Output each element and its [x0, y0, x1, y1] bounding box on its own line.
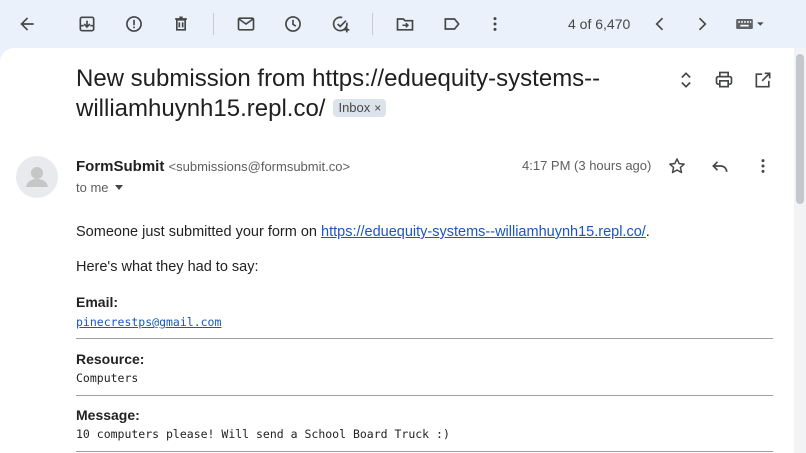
resource-field-value: Computers	[76, 371, 139, 385]
toolbar: 4 of 6,470	[0, 0, 806, 48]
reply-icon[interactable]	[708, 154, 732, 178]
sender: FormSubmit <submissions@formsubmit.co>	[76, 158, 350, 175]
intro-text: Someone just submitted your form on	[76, 224, 322, 240]
move-to-icon[interactable]	[393, 12, 417, 36]
sender-email: <submissions@formsubmit.co>	[168, 159, 351, 174]
divider	[76, 338, 773, 339]
open-in-new-window-icon[interactable]	[751, 68, 775, 92]
message-more-icon[interactable]	[751, 154, 775, 178]
back-arrow-icon[interactable]	[15, 12, 39, 36]
print-icon[interactable]	[712, 68, 736, 92]
toolbar-divider	[213, 13, 214, 35]
divider	[76, 451, 773, 452]
more-vert-icon[interactable]	[483, 12, 507, 36]
message-field-value: 10 computers please! Will send a School …	[76, 427, 450, 441]
keyboard-icon[interactable]	[732, 12, 772, 36]
message-counter: 4 of 6,470	[568, 16, 631, 32]
email-subject: New submission from https://eduequity-sy…	[76, 64, 636, 124]
chevron-down-icon[interactable]	[114, 185, 123, 190]
expand-all-icon[interactable]	[674, 68, 698, 92]
inbox-label-text: Inbox	[338, 100, 371, 115]
toolbar-divider	[372, 13, 373, 35]
star-icon[interactable]	[665, 154, 689, 178]
archive-icon[interactable]	[75, 12, 99, 36]
remove-label-icon[interactable]: ×	[374, 99, 381, 117]
person-icon	[26, 167, 48, 187]
add-to-tasks-icon[interactable]	[329, 12, 353, 36]
avatar	[16, 156, 58, 198]
sender-name[interactable]: FormSubmit	[76, 158, 164, 175]
snooze-icon[interactable]	[281, 12, 305, 36]
label-icon[interactable]	[440, 12, 464, 36]
recipient-details[interactable]: to me	[76, 180, 123, 195]
mark-unread-icon[interactable]	[234, 12, 258, 36]
site-link[interactable]: https://eduequity-systems--williamhuynh1…	[321, 224, 646, 240]
message-field-label: Message:	[76, 407, 140, 423]
divider	[76, 395, 773, 396]
intro-paragraph: Someone just submitted your form on http…	[76, 224, 650, 240]
delete-icon[interactable]	[169, 12, 193, 36]
scrollbar-thumb[interactable]	[796, 54, 804, 204]
resource-field-label: Resource:	[76, 351, 145, 367]
email-field-value[interactable]: pinecrestps@gmail.com	[76, 315, 221, 329]
newer-icon[interactable]	[648, 12, 672, 36]
intro-end: .	[645, 224, 650, 240]
inbox-label-chip[interactable]: Inbox ×	[333, 99, 387, 117]
older-icon[interactable]	[690, 12, 714, 36]
recipient-text: to me	[76, 180, 109, 195]
scrollbar[interactable]	[794, 48, 806, 453]
email-field-label: Email:	[76, 294, 119, 310]
timestamp: 4:17 PM (3 hours ago)	[522, 158, 652, 173]
message-pane: New submission from https://eduequity-sy…	[0, 48, 794, 453]
report-spam-icon[interactable]	[122, 12, 146, 36]
says-line: Here's what they had to say:	[76, 259, 259, 275]
